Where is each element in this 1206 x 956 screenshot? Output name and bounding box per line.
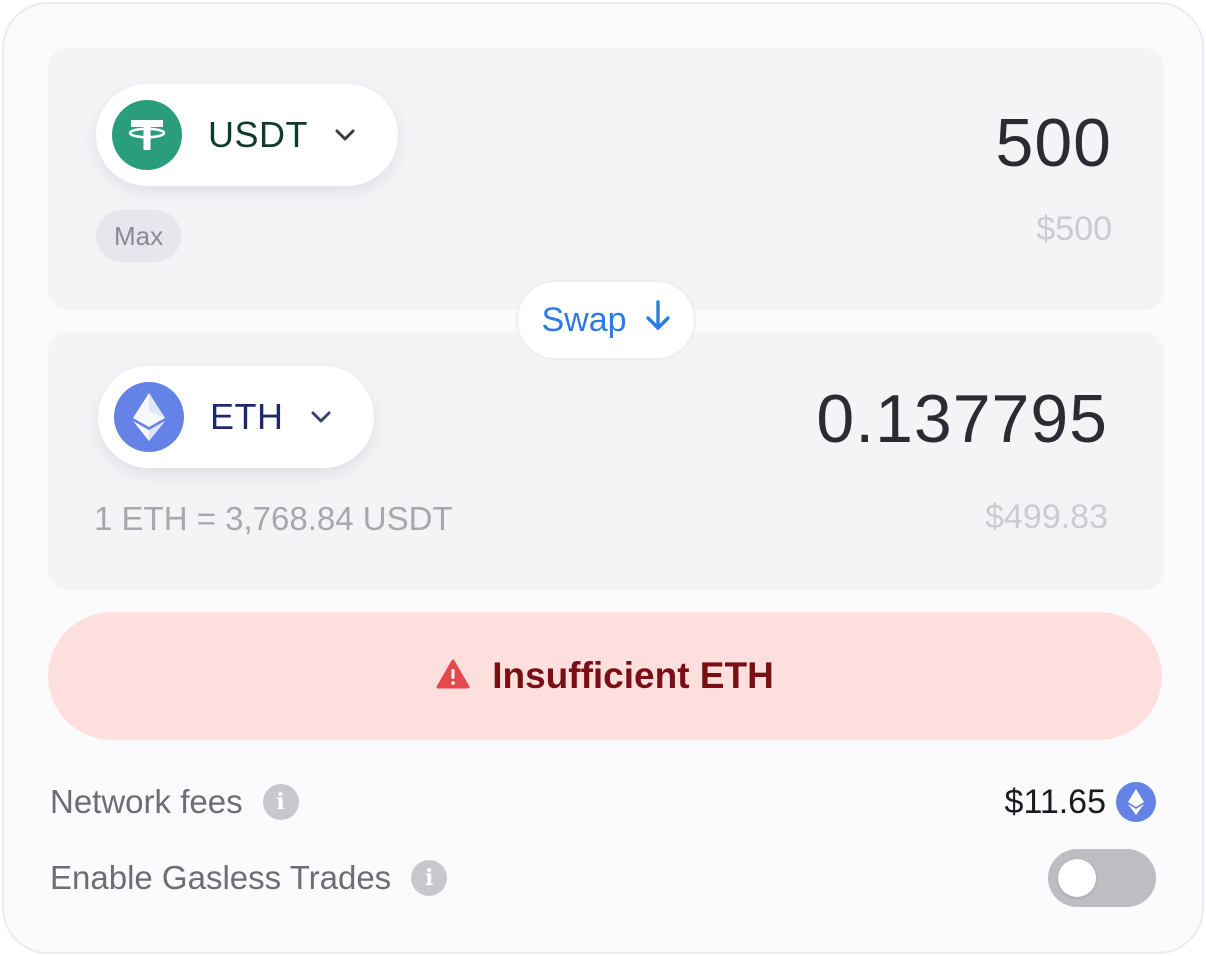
buy-panel: ETH [48, 332, 1164, 590]
buy-usd-value: $499.83 [985, 498, 1108, 536]
chevron-down-icon [334, 128, 356, 142]
exchange-rate: 1 ETH = 3,768.84 USDT [94, 500, 453, 537]
insufficient-funds-button[interactable]: Insufficient ETH [48, 612, 1162, 740]
max-button[interactable]: Max [96, 210, 182, 262]
info-icon[interactable]: i [262, 784, 299, 820]
sell-usd-value: $500 [1036, 210, 1112, 248]
network-fees-value: $11.65 [1004, 782, 1106, 821]
network-fees-label: Network fees [50, 783, 243, 820]
buy-amount-value: 0.137795 [816, 381, 1108, 457]
toggle-knob [1058, 859, 1096, 897]
chevron-down-icon [310, 410, 332, 424]
sell-amount-input[interactable]: 500 [996, 104, 1112, 182]
network-fees-row: Network fees i $11.65 [50, 776, 1156, 828]
buy-token-selector[interactable]: ETH [98, 366, 374, 468]
ethereum-icon [1116, 782, 1156, 822]
swap-direction-button[interactable]: Swap [516, 280, 696, 360]
gasless-trades-toggle[interactable] [1048, 849, 1156, 907]
sell-panel: USDT 500 Max $500 [48, 48, 1164, 310]
warning-icon [436, 659, 470, 694]
swap-label: Swap [541, 300, 627, 339]
tether-icon [112, 100, 182, 170]
buy-token-symbol: ETH [210, 396, 284, 437]
ethereum-icon [114, 382, 184, 452]
action-label: Insufficient ETH [492, 655, 774, 696]
sell-token-selector[interactable]: USDT [96, 84, 398, 186]
arrow-down-icon [645, 299, 671, 342]
gasless-trades-row: Enable Gasless Trades i [50, 849, 1156, 907]
gasless-trades-label: Enable Gasless Trades [50, 859, 392, 896]
swap-card: USDT 500 Max $500 ETH 0.137795 1 ETH = 3… [2, 2, 1204, 954]
info-icon[interactable]: i [411, 860, 448, 896]
sell-token-symbol: USDT [208, 114, 308, 155]
